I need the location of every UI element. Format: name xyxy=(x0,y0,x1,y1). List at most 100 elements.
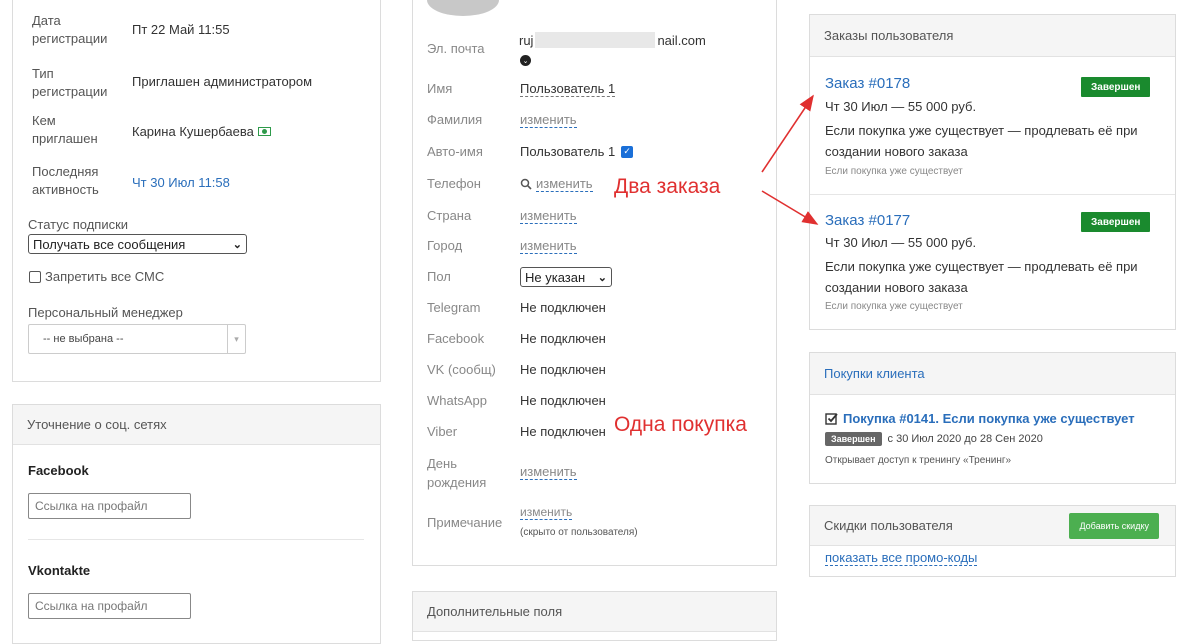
viber-label: Viber xyxy=(427,424,458,439)
order-desc: Если покупка уже существует — продлевать… xyxy=(825,123,1138,159)
status-badge: Завершен xyxy=(1081,77,1151,97)
block-sms-label: Запретить все СМС xyxy=(45,269,165,284)
email-end: nail.com xyxy=(657,32,706,48)
divider xyxy=(28,539,364,540)
reg-type-label: Тип регистрации xyxy=(32,66,108,99)
vk-label: VK (сообщ) xyxy=(427,362,496,377)
order-item: Заказ #0177 Завершен Чт 30 Июл — 55 000 … xyxy=(810,195,1175,329)
telegram-value: Не подключен xyxy=(520,300,606,315)
extra-fields-panel: Дополнительные поля xyxy=(412,591,777,641)
name-value[interactable]: Пользователь 1 xyxy=(520,81,616,97)
facebook-placeholder: Ссылка на профайл xyxy=(35,499,148,513)
country-label: Страна xyxy=(427,208,472,223)
vk-profile-input[interactable]: Ссылка на профайл xyxy=(28,593,191,619)
order-desc: Если покупка уже существует — продлевать… xyxy=(825,259,1138,295)
status-badge: Завершен xyxy=(1081,212,1151,232)
vk-placeholder: Ссылка на профайл xyxy=(35,599,148,613)
social-panel: Уточнение о соц. сетях Facebook Ссылка н… xyxy=(12,404,381,644)
order-meta: Чт 30 Июл — 55 000 руб. xyxy=(825,99,977,114)
discounts-header: Скидки пользователя Добавить скидку xyxy=(810,506,1175,546)
invited-by: Карина Кушербаева xyxy=(132,124,271,139)
orders-header: Заказы пользователя xyxy=(810,15,1175,57)
discounts-header-title: Скидки пользователя xyxy=(824,518,953,533)
city-change-link[interactable]: изменить xyxy=(520,238,577,254)
email-redacted xyxy=(535,32,656,48)
last-activity-value[interactable]: Чт 30 Июл 11:58 xyxy=(132,175,230,190)
search-icon[interactable] xyxy=(520,178,532,190)
name-label: Имя xyxy=(427,81,453,96)
order-title-link[interactable]: Заказ #0178 xyxy=(825,75,910,92)
block-sms-checkbox[interactable] xyxy=(29,271,41,283)
order-note: Если покупка уже существует xyxy=(825,166,963,177)
autoname-checkbox[interactable]: ✓ xyxy=(621,145,634,158)
whatsapp-label: WhatsApp xyxy=(427,393,487,408)
facebook-label: Facebook xyxy=(427,331,485,346)
user-info-panel: Дата регистрации Пт 22 Май 11:55 Тип рег… xyxy=(12,0,381,382)
subscription-select[interactable]: Получать все сообщения ⌄ xyxy=(28,234,247,254)
extra-fields-header: Дополнительные поля xyxy=(413,592,776,632)
reg-date-value: Пт 22 Май 11:55 xyxy=(132,22,230,37)
note-change-link[interactable]: изменить xyxy=(520,505,573,520)
reg-date-label: Дата регистрации xyxy=(32,13,108,46)
chevron-down-icon: ⌄ xyxy=(597,271,607,284)
city-label: Город xyxy=(427,238,463,253)
extra-fields-title: Дополнительные поля xyxy=(427,604,563,619)
birthday-label: День рождения xyxy=(427,456,487,490)
gender-label: Пол xyxy=(427,269,451,284)
autoname: Пользователь 1 ✓ xyxy=(520,144,634,159)
avatar xyxy=(427,0,499,16)
add-discount-button[interactable]: Добавить скидку xyxy=(1069,512,1159,539)
purchase-title[interactable]: Покупка #0141. Если покупка уже существу… xyxy=(825,411,1135,426)
purchase-title-link[interactable]: Покупка #0141. Если покупка уже существу… xyxy=(843,411,1135,426)
telegram-label: Telegram xyxy=(427,300,481,315)
show-promo-link[interactable]: показать все промо-коды xyxy=(825,550,978,566)
manager-select[interactable]: -- не выбрана -- ▾ xyxy=(28,324,246,354)
check-square-icon xyxy=(825,413,838,425)
order-title-link[interactable]: Заказ #0177 xyxy=(825,212,910,229)
phone-change-link[interactable]: изменить xyxy=(536,176,593,192)
social-header: Уточнение о соц. сетях xyxy=(13,405,380,445)
gender-value: Не указан xyxy=(525,269,586,285)
surname-label: Фамилия xyxy=(427,112,483,127)
subscription-value: Получать все сообщения xyxy=(33,236,186,252)
email-value[interactable]: ruj nail.com xyxy=(519,32,706,48)
orders-panel: Заказы пользователя Заказ #0178 Завершен… xyxy=(809,14,1176,330)
gender-select[interactable]: Не указан ⌄ xyxy=(520,267,612,287)
phone: изменить xyxy=(520,176,593,192)
discounts-panel: Скидки пользователя Добавить скидку пока… xyxy=(809,505,1176,577)
invited-by-label: Кем приглашен xyxy=(32,113,98,146)
vk-title: Vkontakte xyxy=(28,563,91,578)
manager-value: -- не выбрана -- xyxy=(43,333,124,345)
order-meta: Чт 30 Июл — 55 000 руб. xyxy=(825,235,977,250)
profile-panel: Эл. почта ruj nail.com ⌄ Имя Пользовател… xyxy=(412,0,777,566)
facebook-profile-input[interactable]: Ссылка на профайл xyxy=(28,493,191,519)
block-sms[interactable]: Запретить все СМС xyxy=(29,268,164,286)
subscription-label: Статус подписки xyxy=(28,217,129,232)
one-purchase-annotation: Одна покупка xyxy=(614,413,747,436)
chevron-down-icon: ▾ xyxy=(227,325,245,353)
purchase-access: Открывает доступ к тренингу «Тренинг» xyxy=(825,455,1012,466)
purchases-header: Покупки клиента xyxy=(810,353,1175,395)
birthday-change-link[interactable]: изменить xyxy=(520,464,577,480)
viber-value: Не подключен xyxy=(520,424,606,439)
purchases-panel: Покупки клиента Покупка #0141. Если поку… xyxy=(809,352,1176,484)
order-note: Если покупка уже существует xyxy=(825,301,963,312)
purchase-status-badge: Завершен xyxy=(825,432,882,446)
autoname-value: Пользователь 1 xyxy=(520,144,616,159)
money-icon[interactable] xyxy=(257,127,271,136)
facebook-value: Не подключен xyxy=(520,331,606,346)
surname-change-link[interactable]: изменить xyxy=(520,112,577,128)
invited-by-value: Карина Кушербаева xyxy=(132,124,254,139)
reg-type-value: Приглашен администратором xyxy=(132,74,313,89)
autoname-label: Авто-имя xyxy=(427,144,483,159)
purchase-meta: Завершен с 30 Июл 2020 до 28 Сен 2020 xyxy=(825,432,1043,446)
vk-value: Не подключен xyxy=(520,362,606,377)
country-change-link[interactable]: изменить xyxy=(520,208,577,224)
note-hidden-hint: (скрыто от пользователя) xyxy=(520,527,638,538)
expand-icon[interactable]: ⌄ xyxy=(520,55,531,66)
chevron-down-icon: ⌄ xyxy=(232,238,242,251)
whatsapp-value: Не подключен xyxy=(520,393,606,408)
social-header-title: Уточнение о соц. сетях xyxy=(27,417,167,432)
last-activity-label: Последняя активность xyxy=(32,164,99,197)
phone-label: Телефон xyxy=(427,176,481,191)
